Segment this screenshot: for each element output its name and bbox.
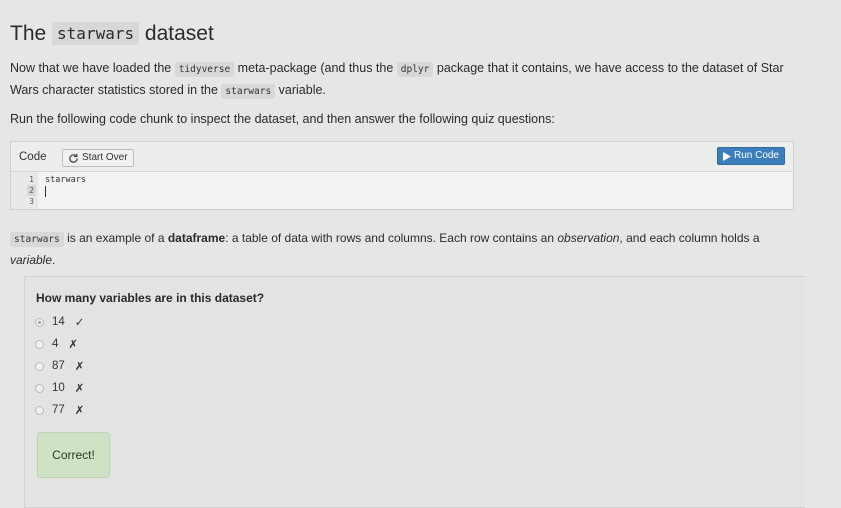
radio-button[interactable]	[35, 405, 44, 415]
code-editor[interactable]: 1 2 3 starwars	[11, 172, 793, 209]
code-exercise: Code Start Over Run Code 1 2 3 starwars	[10, 141, 794, 210]
radio-button[interactable]	[35, 317, 44, 327]
cross-mark-icon: ✗	[68, 339, 79, 351]
quiz-option[interactable]: 4 ✗	[35, 337, 78, 351]
inline-code: starwars	[10, 232, 64, 247]
cross-mark-icon: ✗	[74, 361, 85, 373]
instruction-text: Run the following code chunk to inspect …	[10, 112, 555, 126]
option-label: 10	[52, 382, 65, 394]
play-icon	[722, 151, 731, 161]
text-cursor	[45, 186, 46, 197]
quiz-option[interactable]: 77 ✗	[35, 403, 84, 417]
inline-code: starwars	[221, 84, 276, 99]
intro-paragraph: Now that we have loaded the tidyverse me…	[10, 61, 784, 99]
quiz-option[interactable]: 10 ✗	[35, 381, 84, 395]
line-number-gutter: 1 2 3	[11, 172, 38, 209]
check-mark-icon: ✓	[74, 317, 85, 329]
explanation-paragraph: starwars is an example of a dataframe: a…	[10, 231, 760, 267]
option-label: 14	[52, 316, 65, 328]
option-label: 4	[52, 338, 59, 350]
code-label: Code	[19, 151, 47, 163]
start-over-label: Start Over	[82, 152, 128, 163]
cross-mark-icon: ✗	[74, 405, 85, 417]
radio-button[interactable]	[35, 339, 44, 349]
line-number: 1	[29, 175, 34, 184]
inline-code: dplyr	[396, 62, 434, 77]
inline-code: starwars	[52, 22, 140, 45]
line-number: 2	[27, 185, 36, 196]
run-code-label: Run Code	[733, 150, 779, 161]
line-number: 3	[29, 197, 34, 206]
correct-feedback: Correct!	[37, 432, 110, 478]
inline-code: tidyverse	[174, 62, 235, 77]
quiz-panel: How many variables are in this dataset? …	[24, 276, 805, 508]
code-line: starwars	[45, 175, 86, 185]
radio-button[interactable]	[35, 361, 44, 371]
quiz-option[interactable]: 14 ✓	[35, 315, 84, 329]
option-label: 87	[52, 360, 65, 372]
refresh-icon	[69, 153, 78, 163]
run-code-button[interactable]: Run Code	[716, 147, 785, 165]
quiz-question: How many variables are in this dataset?	[36, 291, 265, 305]
start-over-button[interactable]: Start Over	[62, 149, 134, 167]
page-title: The starwars dataset	[10, 22, 214, 45]
code-exercise-toolbar: Code Start Over Run Code	[11, 142, 793, 172]
cross-mark-icon: ✗	[74, 383, 85, 395]
radio-button[interactable]	[35, 383, 44, 393]
option-label: 77	[52, 404, 65, 416]
quiz-option[interactable]: 87 ✗	[35, 359, 84, 373]
